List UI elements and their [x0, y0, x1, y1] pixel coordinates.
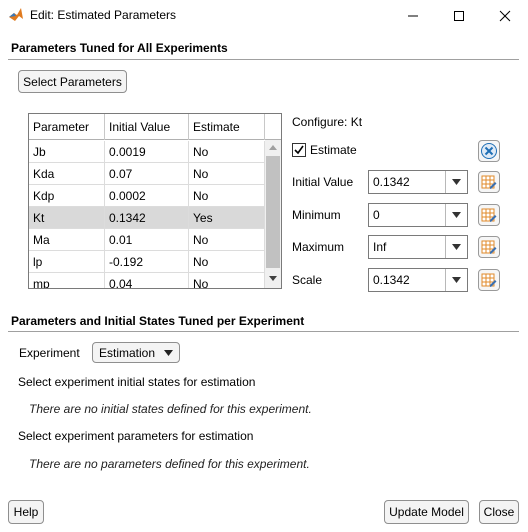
chevron-down-icon — [452, 179, 461, 185]
cell-parameter[interactable]: Kdp — [29, 185, 105, 207]
params-heading: Select experiment parameters for estimat… — [18, 429, 254, 443]
table-scrollbar[interactable] — [265, 140, 281, 288]
experiment-label: Experiment — [19, 346, 80, 360]
cell-estimate[interactable]: No — [189, 273, 265, 288]
update-model-button[interactable]: Update Model — [384, 500, 469, 524]
maximize-button[interactable] — [436, 0, 482, 31]
cell-parameter[interactable]: Ma — [29, 229, 105, 251]
maximum-edit-button[interactable] — [478, 236, 500, 258]
delete-x-icon — [481, 143, 497, 159]
cell-parameter[interactable]: Jb — [29, 141, 105, 163]
maximize-icon — [454, 10, 464, 21]
column-header-parameter[interactable]: Parameter — [29, 114, 105, 140]
cell-estimate[interactable]: No — [189, 185, 265, 207]
scale-label: Scale — [292, 273, 323, 287]
table-edit-icon — [481, 175, 497, 189]
scale-value[interactable]: 0.1342 — [373, 269, 410, 291]
table-row[interactable]: Ma 0.01 No — [29, 229, 265, 251]
dropdown-arrow-button[interactable] — [445, 236, 467, 258]
dropdown-arrow-button[interactable] — [445, 171, 467, 193]
cell-initial-value[interactable]: 0.07 — [105, 163, 189, 185]
parameters-table: Parameter Initial Value Estimate Jb 0.001… — [28, 113, 282, 289]
table-row[interactable]: Kdp 0.0002 No — [29, 185, 265, 207]
cell-initial-value[interactable]: -0.192 — [105, 251, 189, 273]
help-button[interactable]: Help — [8, 500, 44, 524]
window-title: Edit: Estimated Parameters — [30, 8, 177, 22]
section-divider-2 — [8, 331, 519, 332]
table-row[interactable]: mp 0.04 No — [29, 273, 265, 288]
scroll-up-icon[interactable] — [269, 144, 277, 150]
minimum-edit-button[interactable] — [478, 204, 500, 226]
initial-value-combobox[interactable]: 0.1342 — [368, 170, 468, 194]
cell-initial-value[interactable]: 0.0002 — [105, 185, 189, 207]
dropdown-arrow-button[interactable] — [445, 269, 467, 291]
experiment-dropdown[interactable]: Estimation — [92, 342, 180, 363]
cell-estimate[interactable]: No — [189, 251, 265, 273]
chevron-down-icon — [452, 277, 461, 283]
table-row[interactable]: Jb 0.0019 No — [29, 141, 265, 163]
cell-parameter[interactable]: Kda — [29, 163, 105, 185]
maximum-label: Maximum — [292, 240, 345, 254]
select-parameters-button[interactable]: Select Parameters — [18, 70, 127, 93]
params-empty-message: There are no parameters defined for this… — [29, 457, 310, 471]
cell-parameter[interactable]: Kt — [29, 207, 105, 229]
table-row[interactable]: lp -0.192 No — [29, 251, 265, 273]
dropdown-arrow-button[interactable] — [445, 204, 467, 226]
table-edit-icon — [481, 273, 497, 287]
table-row[interactable]: Kda 0.07 No — [29, 163, 265, 185]
cell-estimate[interactable]: No — [189, 141, 265, 163]
column-header-estimate[interactable]: Estimate — [189, 114, 265, 140]
initial-value-label: Initial Value — [292, 175, 354, 189]
section-title-all-experiments: Parameters Tuned for All Experiments — [11, 41, 228, 55]
section-title-per-experiment: Parameters and Initial States Tuned per … — [11, 314, 305, 328]
initial-value-edit-button[interactable] — [478, 171, 500, 193]
column-header-initial-value[interactable]: Initial Value — [105, 114, 189, 140]
close-icon — [499, 10, 511, 21]
table-edit-icon — [481, 208, 497, 222]
section-divider — [8, 59, 519, 60]
table-header: Parameter Initial Value Estimate — [29, 114, 281, 140]
experiment-dropdown-value: Estimation — [99, 345, 156, 360]
cell-parameter[interactable]: lp — [29, 251, 105, 273]
cell-estimate[interactable]: No — [189, 163, 265, 185]
close-button[interactable]: Close — [479, 500, 519, 524]
minimum-value[interactable]: 0 — [373, 204, 380, 226]
chevron-down-icon — [452, 244, 461, 250]
cell-initial-value[interactable]: 0.0019 — [105, 141, 189, 163]
cell-parameter[interactable]: mp — [29, 273, 105, 288]
matlab-app-icon — [9, 8, 23, 21]
close-window-button[interactable] — [482, 0, 528, 31]
scale-edit-button[interactable] — [478, 269, 500, 291]
minimum-combobox[interactable]: 0 — [368, 203, 468, 227]
delete-button[interactable] — [478, 140, 500, 162]
table-row[interactable]: Kt 0.1342 Yes — [29, 207, 265, 229]
initial-value-value[interactable]: 0.1342 — [373, 171, 410, 193]
minimize-icon — [408, 15, 418, 16]
chevron-down-icon — [164, 350, 173, 356]
states-heading: Select experiment initial states for est… — [18, 375, 256, 389]
chevron-down-icon — [452, 212, 461, 218]
cell-estimate[interactable]: No — [189, 229, 265, 251]
scale-combobox[interactable]: 0.1342 — [368, 268, 468, 292]
cell-estimate[interactable]: Yes — [189, 207, 265, 229]
scroll-down-icon[interactable] — [269, 276, 277, 282]
configure-label: Configure: Kt — [292, 115, 363, 129]
table-edit-icon — [481, 240, 497, 254]
cell-initial-value[interactable]: 0.01 — [105, 229, 189, 251]
estimate-checkbox[interactable] — [292, 143, 306, 157]
states-empty-message: There are no initial states defined for … — [29, 402, 312, 416]
checkmark-icon — [294, 145, 304, 155]
cell-initial-value[interactable]: 0.1342 — [105, 207, 189, 229]
estimate-checkbox-label: Estimate — [310, 143, 357, 157]
minimize-button[interactable] — [390, 0, 436, 31]
maximum-value[interactable]: Inf — [373, 236, 386, 258]
maximum-combobox[interactable]: Inf — [368, 235, 468, 259]
scrollbar-thumb[interactable] — [266, 156, 280, 268]
minimum-label: Minimum — [292, 208, 341, 222]
cell-initial-value[interactable]: 0.04 — [105, 273, 189, 288]
